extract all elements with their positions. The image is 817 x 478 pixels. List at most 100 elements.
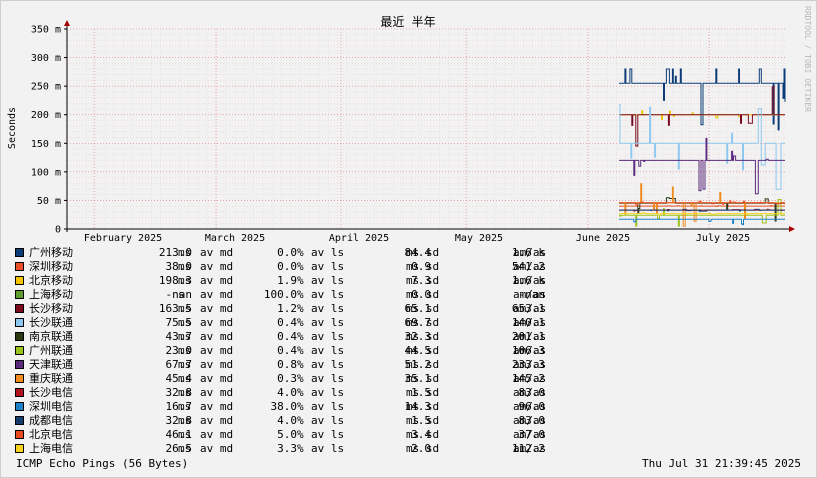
legend-series-name: 长沙移动 (29, 302, 73, 315)
legend-amas-label: am/as (513, 288, 547, 301)
legend-loss: 0.4 (277, 344, 297, 357)
legend-median-label: av md (200, 428, 234, 441)
legend-sd-label: ms sd (406, 302, 440, 315)
legend-amas-label: am/as (513, 316, 547, 329)
legend-amas-label: am/as (513, 344, 547, 357)
legend-sd-label: ms sd (406, 400, 440, 413)
legend-sd-label: ms sd (406, 274, 440, 287)
legend-median-unit: ms (178, 316, 192, 329)
legend-loss-label: av ls (311, 344, 345, 357)
legend-series-name: 上海移动 (29, 288, 73, 301)
legend-loss-unit: % (297, 330, 304, 343)
legend-swatch (15, 416, 24, 425)
legend-series-name: 广州联通 (29, 344, 73, 357)
legend-sd-label: ms sd (406, 386, 440, 399)
chart-grid (67, 28, 787, 229)
legend-loss-unit: % (297, 274, 304, 287)
legend-amas-label: am/as (513, 274, 547, 287)
series-line (619, 86, 785, 147)
legend-series-name: 天津联通 (29, 358, 73, 371)
legend-swatch (15, 374, 24, 383)
x-tick-label: May 2025 (455, 233, 503, 244)
legend-median-label: av md (200, 386, 234, 399)
legend-loss-label: av ls (311, 358, 345, 371)
legend-amas-label: am/as (513, 428, 547, 441)
legend-median-unit: ms (178, 330, 192, 343)
legend-loss-label: av ls (311, 260, 345, 273)
legend-median-unit: ms (178, 246, 192, 259)
legend-loss-unit: % (297, 288, 304, 301)
legend-series-name: 长沙电信 (29, 386, 73, 399)
legend-loss-label: av ls (311, 428, 345, 441)
legend-median-unit: ms (178, 302, 192, 315)
y-tick-label: 100 m (31, 167, 61, 178)
legend-series-name: 重庆联通 (29, 372, 73, 385)
legend-sd-label: ms sd (406, 288, 440, 301)
legend-amas-label: am/as (513, 414, 547, 427)
legend-median-label: av md (200, 442, 234, 455)
legend-median-unit: ms (178, 372, 192, 385)
legend-sd-label: ms sd (406, 316, 440, 329)
legend-loss-unit: % (297, 260, 304, 273)
legend-swatch (15, 276, 24, 285)
legend-median-label: av md (200, 414, 234, 427)
x-tick-label: March 2025 (205, 233, 265, 244)
legend-loss-unit: % (297, 414, 304, 427)
legend-swatch (15, 360, 24, 369)
legend-series-name: 北京电信 (29, 428, 73, 441)
series-line (619, 104, 785, 190)
legend-loss: 0.8 (277, 358, 297, 371)
legend-swatch (15, 262, 24, 271)
legend-median-label: av md (200, 260, 234, 273)
legend-median-unit: ms (178, 358, 192, 371)
legend-swatch (15, 248, 24, 257)
legend-series-name: 长沙联通 (29, 316, 73, 329)
legend-loss: 100.0 (263, 288, 297, 301)
x-tick-label: June 2025 (576, 233, 630, 244)
series-line (619, 205, 785, 207)
legend-sd-label: ms sd (406, 414, 440, 427)
legend-median-unit: ms (178, 428, 192, 441)
legend-amas-label: am/as (513, 302, 547, 315)
legend-amas-label: am/as (513, 260, 547, 273)
rrdtool-signature: RRDTOOL / TOBI OETIKER (803, 6, 812, 112)
legend-sd-label: ms sd (406, 344, 440, 357)
legend-loss-label: av ls (311, 246, 345, 259)
x-tick-label: July 2025 (696, 233, 750, 244)
y-tick-label: 350 m (31, 25, 61, 36)
legend-loss-unit: % (297, 358, 304, 371)
legend-amas-label: am/as (513, 442, 547, 455)
legend-median-unit: ms (178, 414, 192, 427)
legend-swatch (15, 290, 24, 299)
legend-loss: 0.4 (277, 316, 297, 329)
legend-median-label: av md (200, 288, 234, 301)
legend-swatch (15, 304, 24, 313)
y-tick-labels: 0 50 m 100 m 150 m 200 m 250 m 300 m 350 m (31, 25, 61, 236)
legend-series-name: 上海电信 (29, 442, 73, 455)
legend-sd-label: ms sd (406, 246, 440, 259)
series-line (619, 218, 785, 226)
legend-loss-unit: % (297, 442, 304, 455)
legend-swatch (15, 430, 24, 439)
legend-median-unit: s (178, 288, 185, 301)
legend-loss-unit: % (297, 316, 304, 329)
legend-swatch (15, 332, 24, 341)
legend-loss: 1.2 (277, 302, 297, 315)
legend-median-label: av md (200, 274, 234, 287)
legend-median-label: av md (200, 358, 234, 371)
legend-median-label: av md (200, 246, 234, 259)
footer-timestamp: Thu Jul 31 21:39:45 2025 (642, 457, 801, 470)
legend-amas-label: am/as (513, 372, 547, 385)
legend-loss-label: av ls (311, 400, 345, 413)
legend-swatch (15, 444, 24, 453)
legend-swatch (15, 318, 24, 327)
legend-median-unit: ms (178, 386, 192, 399)
legend-loss: 4.0 (277, 414, 297, 427)
y-tick-label: 0 (55, 225, 61, 236)
legend-median-label: av md (200, 330, 234, 343)
y-axis-label: Seconds (7, 107, 18, 149)
legend-series-name: 成都电信 (29, 414, 73, 427)
legend-loss: 1.9 (277, 274, 297, 287)
legend-loss-unit: % (297, 246, 304, 259)
legend-series-name: 深圳移动 (29, 260, 73, 273)
